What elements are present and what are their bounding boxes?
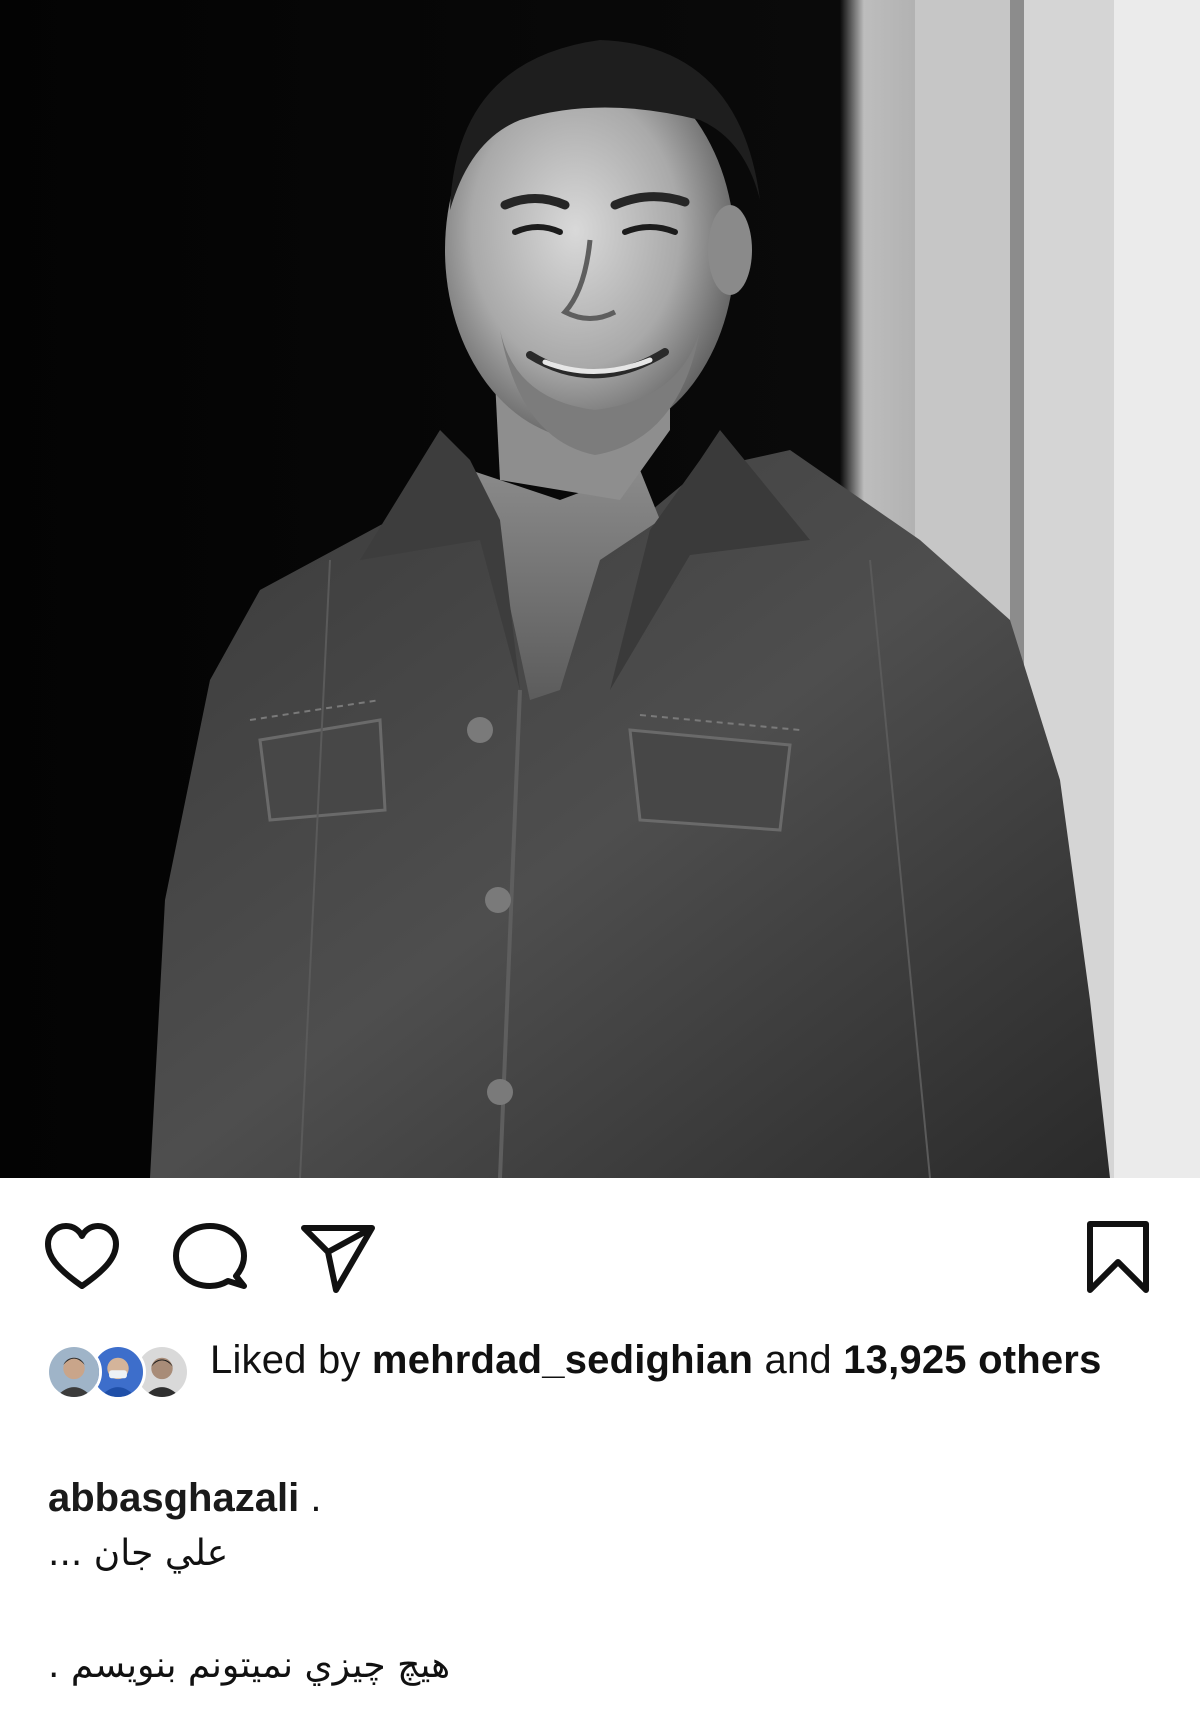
likes-connector: and [764, 1338, 832, 1382]
comment-button[interactable] [170, 1218, 250, 1298]
likes-text: Liked by mehrdad_sedighian and 13,925 ot… [210, 1334, 1110, 1386]
post-caption: abbasghazali . علي جان ... هيچ چيزي نميت… [48, 1470, 1148, 1694]
liker-avatars[interactable] [46, 1344, 196, 1404]
heart-outline-icon [45, 1223, 119, 1289]
caption-username[interactable]: abbasghazali [48, 1476, 299, 1520]
like-button[interactable] [42, 1218, 122, 1298]
avatar-photo [49, 1347, 99, 1397]
caption-line-1: علي جان ... [48, 1533, 229, 1574]
caption-dot: . [299, 1476, 322, 1520]
post-photo-graphic [0, 0, 1200, 1178]
send-paper-plane-icon [301, 1225, 375, 1293]
likes-summary[interactable]: Liked by mehrdad_sedighian and 13,925 ot… [46, 1334, 1156, 1454]
post-photo[interactable] [0, 0, 1200, 1178]
liker-username[interactable]: mehrdad_sedighian [372, 1338, 753, 1382]
likes-prefix: Liked by [210, 1338, 361, 1382]
save-button[interactable] [1078, 1218, 1158, 1298]
post-action-bar [0, 1178, 1200, 1334]
likes-others[interactable]: others [978, 1338, 1101, 1382]
caption-line-blank [48, 1582, 1148, 1638]
caption-header: abbasghazali . [48, 1470, 1148, 1526]
comment-bubble-icon [173, 1223, 247, 1289]
bookmark-outline-icon [1087, 1221, 1149, 1293]
avatar [46, 1344, 102, 1400]
likes-count[interactable]: 13,925 [843, 1338, 967, 1382]
caption-line-2: هيچ چيزي نميتونم بنويسم . [48, 1645, 451, 1686]
share-button[interactable] [298, 1218, 378, 1298]
